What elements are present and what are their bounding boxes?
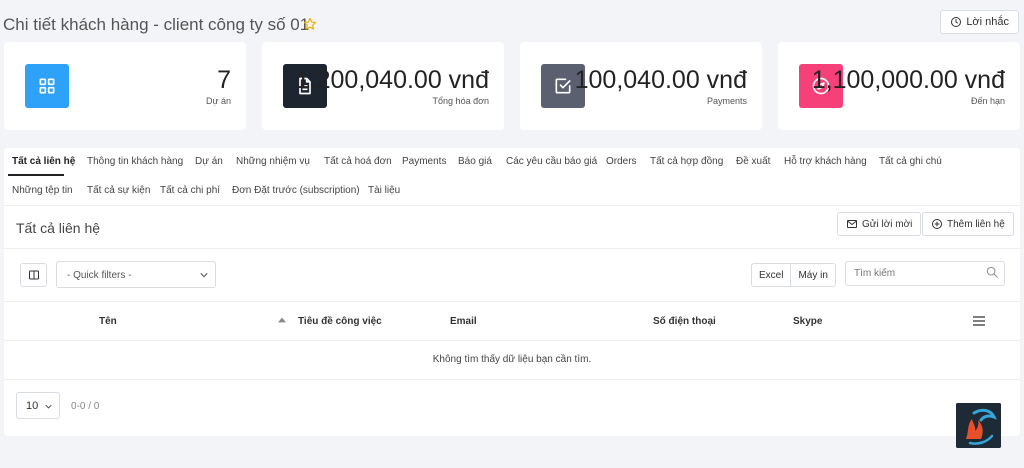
page-size-value: 10 [26,400,39,412]
tab-notes[interactable]: Tất cả ghi chú [879,156,942,167]
tab-tickets[interactable]: Hỗ trợ khách hàng [784,156,867,167]
stat-value: 100,040.00 vnđ [574,66,747,94]
tab-orders[interactable]: Orders [606,156,637,167]
column-header-phone[interactable]: Số điện thoại [653,316,716,327]
tab-estimate-requests[interactable]: Các yêu cầu báo giá [506,156,597,167]
section-title: Tất cả liên hệ [16,220,101,236]
grid-icon [39,78,55,94]
empty-table-message: Không tìm thấy dữ liệu bạn cần tìm. [432,354,592,365]
page-size-select[interactable]: 10 [16,392,60,419]
tab-contracts[interactable]: Tất cả hợp đồng [650,156,723,167]
divider [4,379,1020,380]
excel-button[interactable]: Excel [752,264,790,286]
tab-all-contacts[interactable]: Tất cả liên hệ [12,156,75,167]
tab-events[interactable]: Tất cả sự kiện [87,185,150,196]
divider [4,248,1020,249]
tab-invoices[interactable]: Tất cả hoá đơn [324,156,392,167]
columns-icon [28,270,39,280]
tab-payments[interactable]: Payments [402,156,446,167]
divider [4,301,1020,302]
stat-label: Payments [706,96,747,106]
send-invitation-button[interactable]: Gửi lời mời [837,212,922,236]
stat-card-projects[interactable]: 7 Dự án [4,42,246,130]
tab-documents[interactable]: Tài liệu [368,185,400,196]
quick-filter-select[interactable]: - Quick filters - [56,261,216,288]
tab-files[interactable]: Những tệp tin [12,185,73,196]
stat-label: Đến hạn [970,96,1005,106]
send-invitation-label: Gửi lời mời [862,218,913,230]
page-header: Chi tiết khách hàng - client công ty số … [0,0,1024,48]
tab-client-info[interactable]: Thông tin khách hàng [87,156,183,167]
divider [4,340,1020,341]
tab-projects[interactable]: Dự án [195,156,223,167]
stat-value: 7 [217,66,231,94]
pagination-info: 0-0 / 0 [71,401,100,412]
quick-filter-value: - Quick filters - [67,270,132,281]
stat-card-due[interactable]: 1,100,000.00 vnđ Đến hạn [778,42,1020,130]
column-header-job-title[interactable]: Tiêu đề công việc [298,316,382,327]
search-icon [986,266,998,278]
search-input[interactable] [845,261,1005,286]
tab-bar: Tất cả liên hệ Thông tin khách hàng Dự á… [4,148,1020,206]
star-icon[interactable] [303,17,317,31]
tab-tasks[interactable]: Những nhiệm vụ [236,156,310,167]
column-header-skype[interactable]: Skype [793,316,822,327]
plus-circle-icon [932,219,942,229]
tab-subscriptions[interactable]: Đơn Đặt trước (subscription) [232,185,360,196]
tab-estimates[interactable]: Báo giá [458,156,492,167]
stat-card-payments[interactable]: 100,040.00 vnđ Payments [520,42,762,130]
column-header-name[interactable]: Tên [99,316,117,327]
chevron-down-icon [45,404,52,409]
column-header-email[interactable]: Email [450,316,477,327]
column-toggle-button[interactable] [20,263,47,287]
chevron-down-icon [200,273,208,278]
page-title: Chi tiết khách hàng - client công ty số … [3,15,310,34]
print-button[interactable]: Máy in [790,264,834,286]
stat-label: Tổng hóa đơn [432,96,489,106]
add-contact-button[interactable]: Thêm liên hệ [922,212,1014,236]
export-buttons: Excel Máy in [751,263,836,287]
menu-icon[interactable] [973,316,985,326]
reminder-label: Lời nhắc [966,16,1009,28]
stat-card-invoices[interactable]: 1,200,040.00 vnđ Tổng hóa đơn [262,42,504,130]
check-square-icon [555,78,571,94]
sort-up-icon[interactable] [278,317,286,323]
tab-proposals[interactable]: Đề xuất [736,156,770,167]
reminder-button[interactable]: Lời nhắc [940,10,1019,34]
mail-icon [847,220,857,228]
add-contact-label: Thêm liên hệ [947,218,1005,230]
stat-value: 1,200,040.00 vnđ [295,66,489,94]
clock-icon [951,17,962,27]
active-tab-indicator [8,174,64,176]
stat-value: 1,100,000.00 vnđ [811,66,1005,94]
brand-logo [956,403,1001,448]
tile [25,64,69,108]
contacts-panel: Tất cả liên hệ Thông tin khách hàng Dự á… [4,148,1020,436]
stat-label: Dự án [205,96,231,106]
tab-expenses[interactable]: Tất cả chi phí [160,185,220,196]
